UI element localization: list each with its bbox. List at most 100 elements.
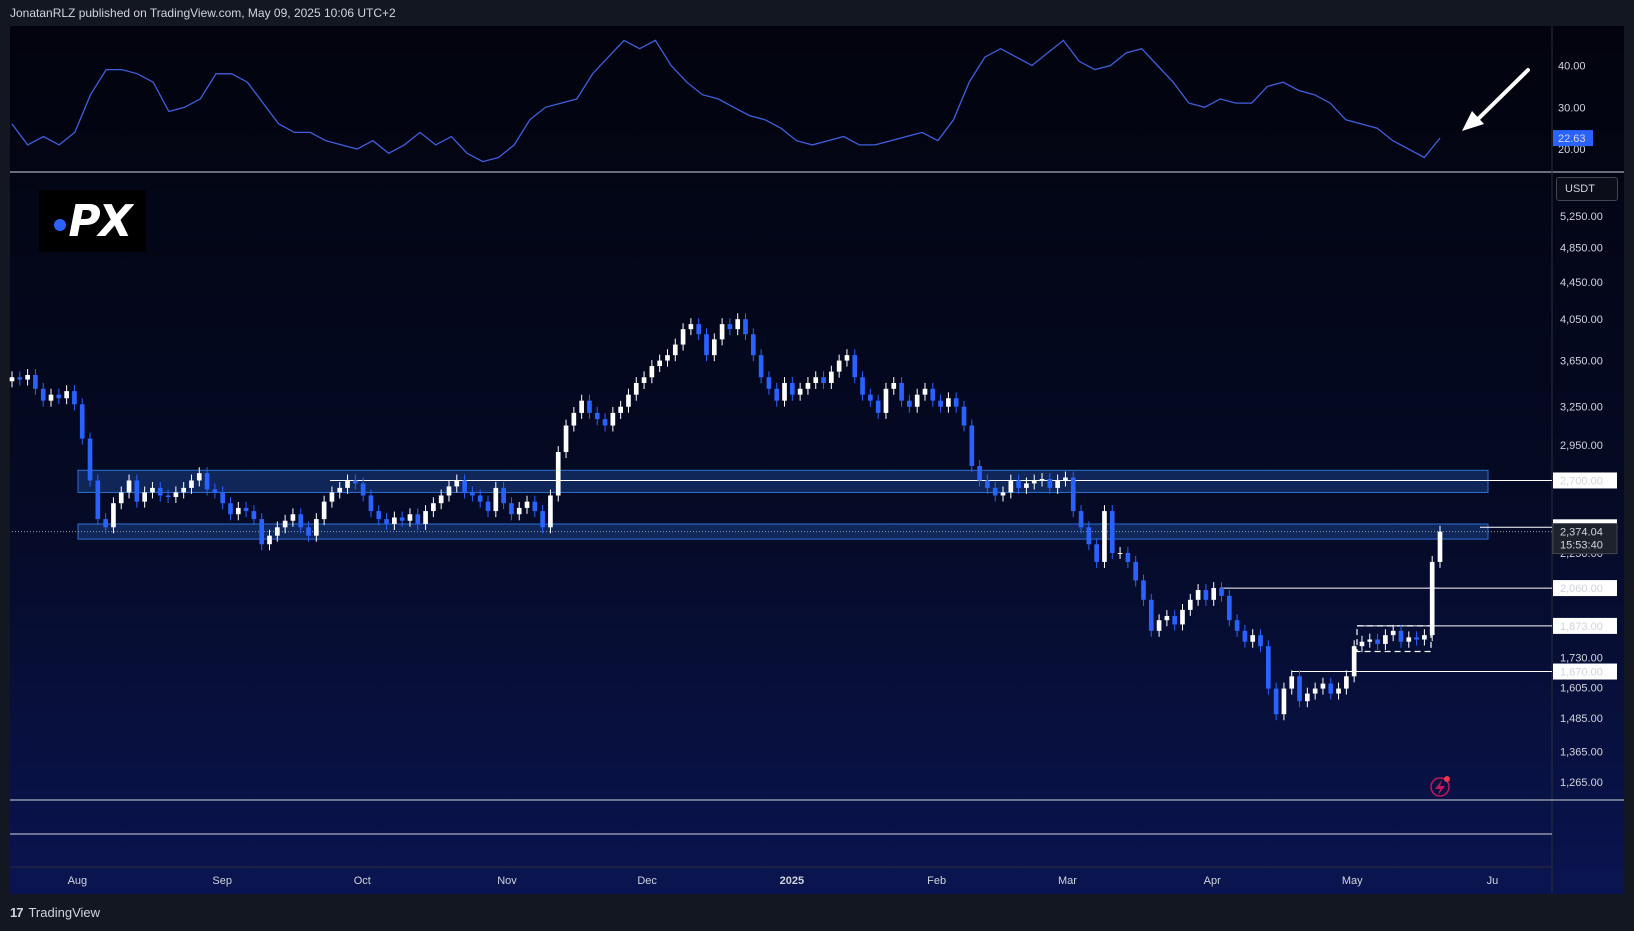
candle-body <box>196 473 202 481</box>
candle-body <box>1297 676 1302 702</box>
footer: 17 TradingView <box>10 905 100 920</box>
candle-body <box>789 382 795 395</box>
x-axis-month-label: Nov <box>497 875 517 887</box>
candle-body <box>462 480 467 493</box>
x-axis-month-label: Aug <box>68 875 88 887</box>
candle-body <box>844 355 850 361</box>
candle-body <box>813 377 819 383</box>
candle-body <box>555 452 561 496</box>
price-tick-label: 5,250.00 <box>1560 211 1603 223</box>
candle-body <box>1117 552 1123 554</box>
candle-body <box>758 355 764 378</box>
candle-body <box>977 466 982 481</box>
candle-body <box>1258 635 1263 647</box>
candle-body <box>868 394 873 401</box>
candle-body <box>111 503 116 528</box>
candle-body <box>1359 641 1365 647</box>
price-tick-label: 2,950.00 <box>1560 440 1603 452</box>
footer-brand[interactable]: TradingView <box>28 905 100 920</box>
candle-body <box>704 334 709 356</box>
indicator-last-value: 22.63 <box>1558 133 1586 145</box>
candle-body <box>118 492 124 504</box>
x-axis-month-label: Apr <box>1204 875 1221 887</box>
candle-body <box>1344 676 1349 689</box>
candle-body <box>1031 480 1037 484</box>
candle-body <box>688 324 694 330</box>
candle-body <box>360 483 366 496</box>
price-tick-label: 3,650.00 <box>1560 356 1603 368</box>
price-tick-label: 4,850.00 <box>1560 243 1603 255</box>
tradingview-logo-icon[interactable]: 17 <box>10 905 24 920</box>
candle-body <box>181 487 187 493</box>
candle-body <box>337 487 343 493</box>
currency-button[interactable]: USDT <box>1556 177 1618 201</box>
candle-body <box>423 511 428 525</box>
support-resistance-zone <box>77 469 1489 493</box>
candle-body <box>766 377 772 389</box>
candle-body <box>509 503 514 515</box>
alert-lightning-icon[interactable] <box>1430 776 1450 797</box>
candle-body <box>1039 478 1045 481</box>
candle-body <box>922 388 928 395</box>
candle-body <box>1305 693 1310 702</box>
candle-body <box>274 527 280 536</box>
candle-body <box>126 480 132 493</box>
candle-body <box>282 520 288 528</box>
candle-body <box>243 507 249 512</box>
candle-body <box>829 371 834 383</box>
candle-body <box>306 527 311 536</box>
candle-body <box>1336 688 1341 694</box>
candle-body <box>407 514 413 521</box>
candle-body <box>649 366 655 378</box>
candle-body <box>165 495 171 498</box>
candle-body <box>1422 635 1427 640</box>
candle-body <box>626 394 631 407</box>
candle-body <box>501 487 506 504</box>
candle-body <box>228 503 233 515</box>
candle-body <box>345 480 350 488</box>
candle-body <box>446 486 452 496</box>
candle-body <box>87 438 93 481</box>
candle-body <box>579 400 584 413</box>
x-axis-month-label: Feb <box>927 875 946 887</box>
candle-body <box>431 503 436 512</box>
candle-body <box>189 480 194 488</box>
px-logo: PX <box>39 190 146 252</box>
candle-body <box>1437 531 1443 562</box>
price-tick-label: 1,485.00 <box>1560 713 1603 725</box>
candle-body <box>1094 544 1099 562</box>
candle-body <box>1234 620 1240 631</box>
candle-body <box>727 324 733 330</box>
indicator-tick-label: 30.00 <box>1558 102 1586 114</box>
x-axis-month-label: Dec <box>637 875 657 887</box>
candle-body <box>540 511 545 528</box>
candle-body <box>1328 683 1334 694</box>
candle-body <box>1063 477 1068 481</box>
candle-body <box>711 339 717 356</box>
price-tick-label: 1,265.00 <box>1560 777 1603 789</box>
level-label: 2,700.00 <box>1560 475 1603 487</box>
logo-text: PX <box>68 195 132 247</box>
candle-body <box>1125 552 1131 562</box>
candle-body <box>633 382 639 395</box>
candle-body <box>329 492 335 502</box>
candle-body <box>1102 511 1107 562</box>
candle-body <box>64 391 69 399</box>
candle-body <box>641 377 647 383</box>
candle-body <box>376 511 382 520</box>
candle-body <box>1367 639 1373 642</box>
candle-body <box>1406 637 1412 642</box>
level-label: 2,060.00 <box>1560 583 1603 595</box>
candle-body <box>899 382 904 401</box>
candle-body <box>321 501 327 520</box>
candle-body <box>173 492 179 498</box>
candle-body <box>750 334 756 356</box>
candle-body <box>1024 483 1029 488</box>
candle-body <box>961 406 967 426</box>
candle-body <box>1172 616 1178 625</box>
candle-body <box>48 394 54 401</box>
x-axis-ticks: Aug Sep Oct Nov Dec 2025 Feb Mar Apr May Ju <box>68 875 1499 887</box>
levels-group <box>12 479 1552 673</box>
candle-body <box>571 412 577 426</box>
candle-body <box>1351 646 1357 677</box>
